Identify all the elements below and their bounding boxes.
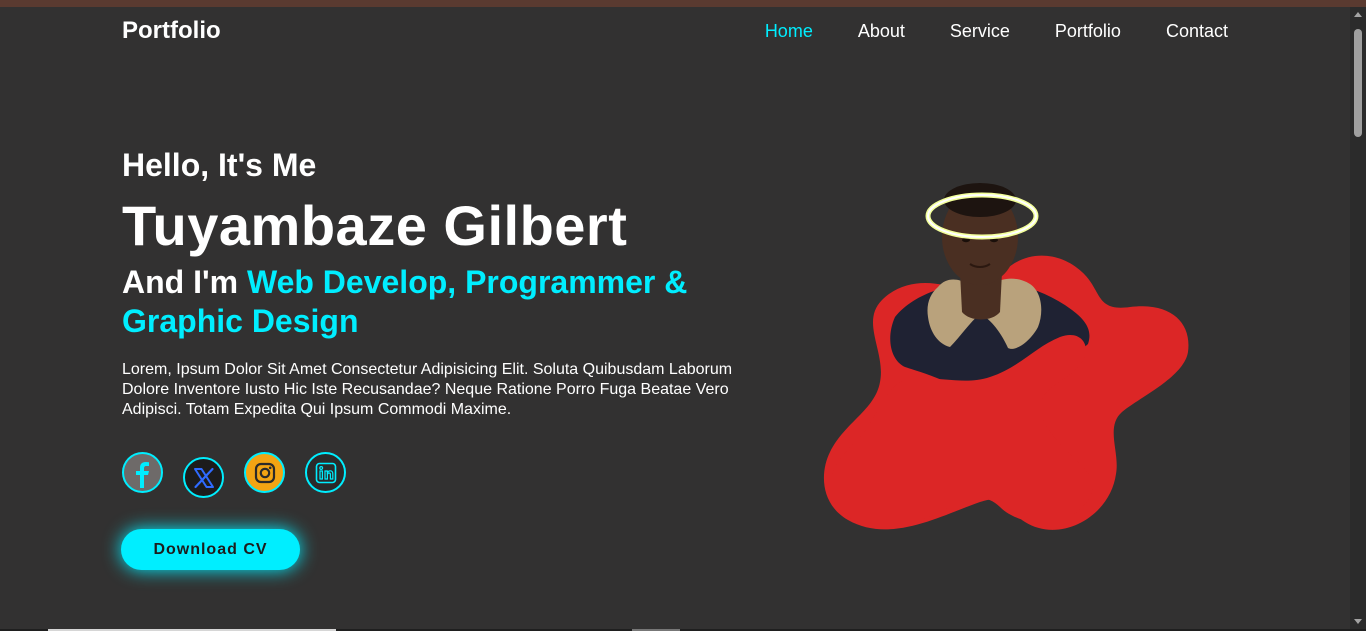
hero-role: And I'm Web Develop, Programmer & Graphi…: [122, 263, 762, 341]
instagram-icon[interactable]: [244, 452, 285, 493]
scroll-thumb[interactable]: [1354, 29, 1362, 137]
nav-portfolio[interactable]: Portfolio: [1055, 21, 1121, 42]
hero-name: Tuyambaze Gilbert: [122, 194, 628, 257]
brand-logo[interactable]: Portfolio: [122, 17, 221, 45]
portfolio-page: Portfolio Home About Service Portfolio C…: [0, 7, 1350, 629]
role-prefix: And I'm: [122, 264, 239, 300]
hero-portrait: [820, 172, 1200, 557]
hero-description: Lorem, Ipsum Dolor Sit Amet Consectetur …: [122, 361, 733, 418]
hero-greeting: Hello, It's Me: [122, 147, 317, 183]
x-icon[interactable]: [183, 457, 224, 498]
nav-home[interactable]: Home: [765, 21, 813, 42]
facebook-icon[interactable]: [122, 452, 163, 493]
download-cv-button[interactable]: Download CV: [121, 529, 300, 570]
nav-service[interactable]: Service: [950, 21, 1010, 42]
nav-contact[interactable]: Contact: [1166, 21, 1228, 42]
browser-top-strip: [0, 0, 1366, 7]
linkedin-icon[interactable]: [305, 452, 346, 493]
main-nav: Home About Service Portfolio Contact: [765, 21, 1228, 42]
vertical-scrollbar[interactable]: [1350, 7, 1366, 629]
nav-about[interactable]: About: [858, 21, 905, 42]
scroll-down-icon[interactable]: [1354, 619, 1362, 624]
social-links: [122, 452, 346, 498]
scroll-up-icon[interactable]: [1354, 12, 1362, 17]
